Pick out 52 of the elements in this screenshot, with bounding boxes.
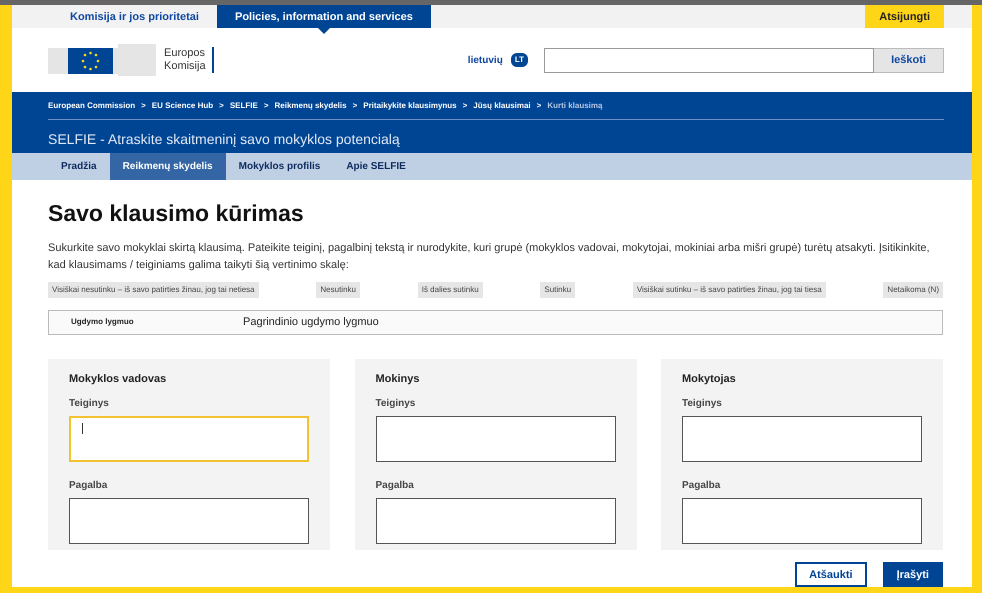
breadcrumb-separator: > bbox=[352, 100, 358, 112]
breadcrumb-separator: > bbox=[536, 100, 542, 112]
text-area[interactable] bbox=[682, 498, 922, 544]
logo-text: Europos Komisija bbox=[164, 47, 214, 73]
group-title: Mokyklos vadovas bbox=[69, 372, 168, 387]
breadcrumb-separator: > bbox=[462, 100, 468, 112]
breadcrumb-link[interactable]: Pritaikykite klausimynus bbox=[363, 100, 457, 112]
field-label: Teiginys bbox=[682, 397, 723, 412]
nav-tab[interactable]: Reikmenų skydelis bbox=[110, 153, 226, 180]
scale-label: Visiškai nesutinku – iš savo patirties žinau, jog tai netiesa bbox=[48, 282, 259, 298]
search-button[interactable]: Ieškoti bbox=[874, 48, 944, 72]
intro-text: Sukurkite savo mokyklai skirtą klausimą. Pateikite teiginį, pagalbinį tekstą ir nurodykite, kuri grupė (mokyklos vadovai, mokytojai, mokiniai arba mišri grupė) turėtų atsakyti. Įsitikinkite, kad klausimams / teiginiams galima taikyti šią vertinimo skalę: bbox=[48, 240, 931, 273]
group-title: Mokytojas bbox=[682, 372, 737, 387]
tab-pointer-icon bbox=[318, 28, 330, 34]
text-cursor bbox=[82, 423, 83, 434]
field-label: Pagalba bbox=[376, 479, 415, 494]
nav-tab[interactable]: Pradžia bbox=[48, 153, 110, 180]
nav-tab[interactable]: Mokyklos profilis bbox=[226, 153, 334, 180]
field-label: Teiginys bbox=[69, 397, 110, 412]
field-label: Pagalba bbox=[682, 479, 722, 494]
save-button[interactable]: Įrašyti bbox=[882, 562, 943, 587]
breadcrumb-link[interactable]: Jūsų klausimai bbox=[473, 100, 531, 112]
breadcrumb-link[interactable]: European Commission bbox=[48, 100, 136, 112]
breadcrumb-link[interactable]: EU Science Hub bbox=[152, 100, 214, 112]
level-label: Ugdymo lygmuo bbox=[71, 316, 135, 328]
text-area[interactable] bbox=[376, 416, 616, 462]
breadcrumb-link[interactable]: Reikmenų skydelis bbox=[274, 100, 347, 112]
scale-label: Nesutinku bbox=[316, 282, 360, 298]
text-area[interactable] bbox=[376, 498, 616, 544]
breadcrumb-link[interactable]: SELFIE bbox=[230, 100, 258, 112]
top-tab[interactable]: Komisija ir jos prioritetai bbox=[52, 5, 217, 28]
nav-tab[interactable]: Apie SELFIE bbox=[333, 153, 419, 180]
breadcrumb-separator: > bbox=[264, 100, 269, 112]
scale-label: Visiškai sutinku – iš savo patirties žinau, jog tai tiesa bbox=[632, 282, 826, 298]
breadcrumb-current: Kurti klausimą bbox=[547, 100, 602, 112]
field-label: Pagalba bbox=[69, 479, 108, 494]
site-title: SELFIE - Atraskite skaitmeninį savo mokyklos potencialą bbox=[48, 130, 401, 149]
page-heading: Savo klausimo kūrimas bbox=[48, 200, 305, 228]
language-link[interactable]: lietuvių LT bbox=[468, 52, 528, 68]
level-value: Pagrindinio ugdymo lygmuo bbox=[243, 314, 379, 330]
group-title: Mokinys bbox=[376, 372, 421, 387]
scale-label: Netaikoma (N) bbox=[883, 282, 943, 298]
text-area[interactable] bbox=[69, 498, 309, 544]
field-label: Teiginys bbox=[376, 397, 416, 412]
logout-button[interactable]: Atsijungti bbox=[865, 5, 944, 28]
breadcrumb-separator: > bbox=[219, 100, 224, 112]
cancel-button[interactable]: Atšaukti bbox=[795, 562, 867, 587]
search-field[interactable] bbox=[544, 48, 874, 72]
scale-label: Sutinku bbox=[540, 282, 576, 298]
text-area[interactable] bbox=[682, 416, 922, 462]
scale-label: Iš dalies sutinku bbox=[418, 282, 483, 298]
breadcrumb-separator: > bbox=[141, 100, 146, 112]
